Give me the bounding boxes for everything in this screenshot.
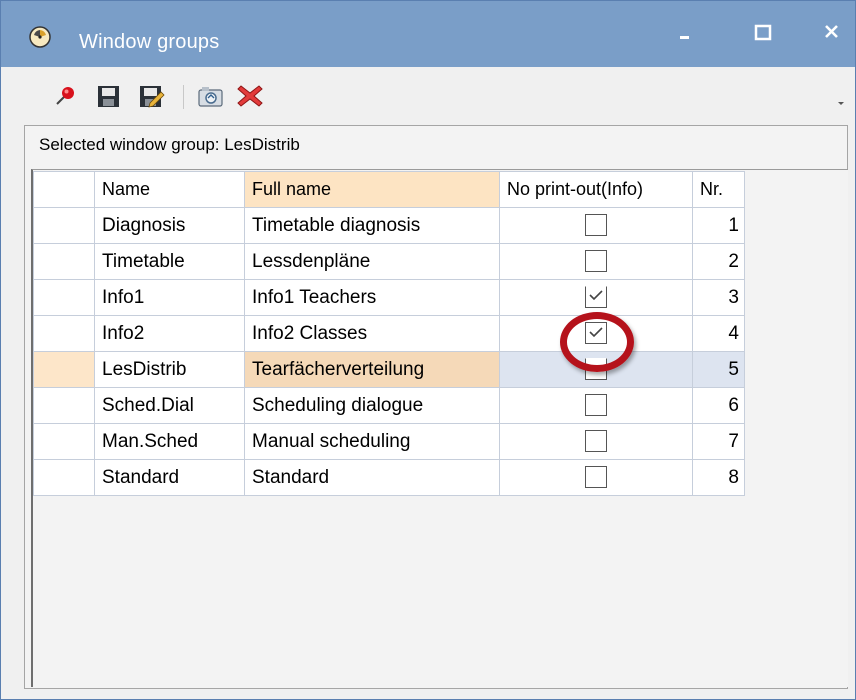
column-header-no-print[interactable]: No print-out(Info): [499, 171, 693, 208]
no-print-checkbox[interactable]: [585, 286, 607, 309]
toolbar-separator: [183, 85, 184, 109]
cell-name[interactable]: Timetable: [94, 243, 245, 280]
row-selector[interactable]: [33, 207, 95, 244]
table-row[interactable]: Timetable Lessdenpläne 2: [33, 243, 745, 280]
no-print-checkbox[interactable]: [585, 322, 607, 345]
cell-full-name[interactable]: Manual scheduling: [244, 423, 500, 460]
no-print-checkbox[interactable]: [585, 358, 607, 381]
cell-no-print[interactable]: [499, 387, 693, 424]
row-selector[interactable]: [33, 423, 95, 460]
row-selector[interactable]: [33, 279, 95, 316]
cell-no-print[interactable]: [499, 351, 693, 388]
column-header-nr[interactable]: Nr.: [692, 171, 745, 208]
row-selector[interactable]: [33, 351, 95, 388]
cell-name[interactable]: Info2: [94, 315, 245, 352]
window-title: Window groups: [79, 31, 220, 53]
cell-nr: 8: [692, 459, 745, 496]
title-bar[interactable]: Window groups: [1, 1, 855, 67]
cell-nr: 2: [692, 243, 745, 280]
minimize-icon[interactable]: [667, 15, 703, 51]
table-row-selected[interactable]: LesDistrib Tearfächerverteilung 5: [33, 351, 745, 388]
maximize-icon[interactable]: [745, 15, 781, 51]
cell-nr: 7: [692, 423, 745, 460]
checkmark-icon: [589, 290, 603, 301]
cell-nr: 1: [692, 207, 745, 244]
no-print-checkbox[interactable]: [585, 466, 607, 489]
cell-nr: 6: [692, 387, 745, 424]
save-as-icon[interactable]: [135, 81, 165, 111]
cell-nr: 4: [692, 315, 745, 352]
cell-full-name[interactable]: Info2 Classes: [244, 315, 500, 352]
camera-icon[interactable]: [195, 81, 225, 111]
window-groups-table: Name Full name No print-out(Info) Nr. Di…: [33, 171, 745, 496]
table-row[interactable]: Info1 Info1 Teachers 3: [33, 279, 745, 316]
cell-nr: 3: [692, 279, 745, 316]
delete-icon[interactable]: [235, 81, 265, 111]
cell-name[interactable]: LesDistrib: [94, 351, 245, 388]
cell-full-name[interactable]: Scheduling dialogue: [244, 387, 500, 424]
row-selector[interactable]: [33, 387, 95, 424]
window-groups-dialog: Window groups Selected window group: Les…: [0, 0, 856, 700]
cell-no-print[interactable]: [499, 315, 693, 352]
table-row[interactable]: Info2 Info2 Classes 4: [33, 315, 745, 352]
cell-full-name[interactable]: Lessdenpläne: [244, 243, 500, 280]
selected-group-label: Selected window group: LesDistrib: [39, 135, 300, 154]
cell-no-print[interactable]: [499, 207, 693, 244]
table-row[interactable]: Sched.Dial Scheduling dialogue 6: [33, 387, 745, 424]
cell-name[interactable]: Sched.Dial: [94, 387, 245, 424]
no-print-checkbox[interactable]: [585, 430, 607, 453]
no-print-checkbox[interactable]: [585, 214, 607, 237]
cell-full-name[interactable]: Standard: [244, 459, 500, 496]
toolbar: [1, 67, 855, 123]
table-row[interactable]: Diagnosis Timetable diagnosis 1: [33, 207, 745, 244]
column-header-name[interactable]: Name: [94, 171, 245, 208]
cell-nr: 5: [692, 351, 745, 388]
close-icon[interactable]: [815, 15, 851, 51]
no-print-checkbox[interactable]: [585, 250, 607, 273]
chevron-down-icon[interactable]: [835, 97, 847, 109]
cell-name[interactable]: Diagnosis: [94, 207, 245, 244]
cell-full-name[interactable]: Info1 Teachers: [244, 279, 500, 316]
cell-full-name[interactable]: Tearfächerverteilung: [244, 351, 500, 388]
no-print-checkbox[interactable]: [585, 394, 607, 417]
cell-name[interactable]: Info1: [94, 279, 245, 316]
cell-no-print[interactable]: [499, 459, 693, 496]
cell-no-print[interactable]: [499, 423, 693, 460]
cell-name[interactable]: Standard: [94, 459, 245, 496]
cell-full-name[interactable]: Timetable diagnosis: [244, 207, 500, 244]
row-selector[interactable]: [33, 315, 95, 352]
table-header-row: Name Full name No print-out(Info) Nr.: [33, 171, 745, 208]
table-row[interactable]: Standard Standard 8: [33, 459, 745, 496]
cell-no-print[interactable]: [499, 243, 693, 280]
row-selector[interactable]: [33, 459, 95, 496]
save-icon[interactable]: [93, 81, 123, 111]
checkmark-icon: [589, 327, 603, 338]
column-header-full-name[interactable]: Full name: [244, 171, 500, 208]
cell-name[interactable]: Man.Sched: [94, 423, 245, 460]
cell-no-print[interactable]: [499, 279, 693, 316]
row-header-corner: [33, 171, 95, 208]
table-row[interactable]: Man.Sched Manual scheduling 7: [33, 423, 745, 460]
pin-icon[interactable]: [51, 81, 81, 111]
clock-icon: [29, 26, 51, 48]
row-selector[interactable]: [33, 243, 95, 280]
